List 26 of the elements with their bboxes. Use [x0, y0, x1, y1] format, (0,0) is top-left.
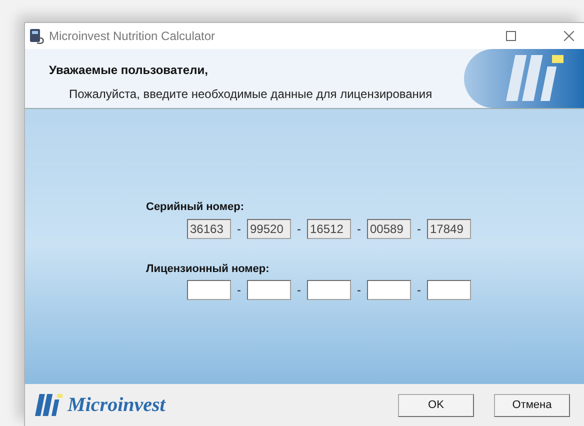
number-field[interactable] — [187, 280, 231, 300]
separator: - — [356, 282, 362, 299]
cancel-button[interactable]: Отмена — [494, 394, 570, 416]
logo-icon — [506, 55, 566, 101]
calculator-icon — [29, 28, 45, 44]
close-icon[interactable] — [564, 31, 574, 41]
number-field[interactable] — [427, 280, 471, 300]
window-title: Microinvest Nutrition Calculator — [49, 28, 216, 45]
separator: - — [416, 282, 422, 299]
greeting-text: Уважаемые пользователи, — [49, 62, 209, 79]
number-field[interactable] — [247, 280, 291, 300]
separator: - — [236, 282, 242, 299]
brand-name: Microinvest — [68, 393, 166, 418]
separator: - — [416, 220, 422, 238]
logo-icon — [35, 394, 64, 416]
serial-label: Серийный номер: — [146, 200, 246, 215]
separator: - — [296, 282, 302, 299]
separator: - — [356, 220, 362, 238]
separator: - — [296, 220, 302, 238]
instruction-text: Пожалуйста, введите необходимые данные для лицензирования — [68, 86, 434, 103]
maximize-icon[interactable] — [506, 31, 516, 41]
number-field[interactable] — [367, 280, 411, 300]
separator: - — [236, 220, 242, 238]
license-label: Лицензионный номер: — [146, 262, 270, 276]
ok-button[interactable]: OK — [398, 394, 474, 416]
number-field[interactable] — [307, 280, 351, 300]
